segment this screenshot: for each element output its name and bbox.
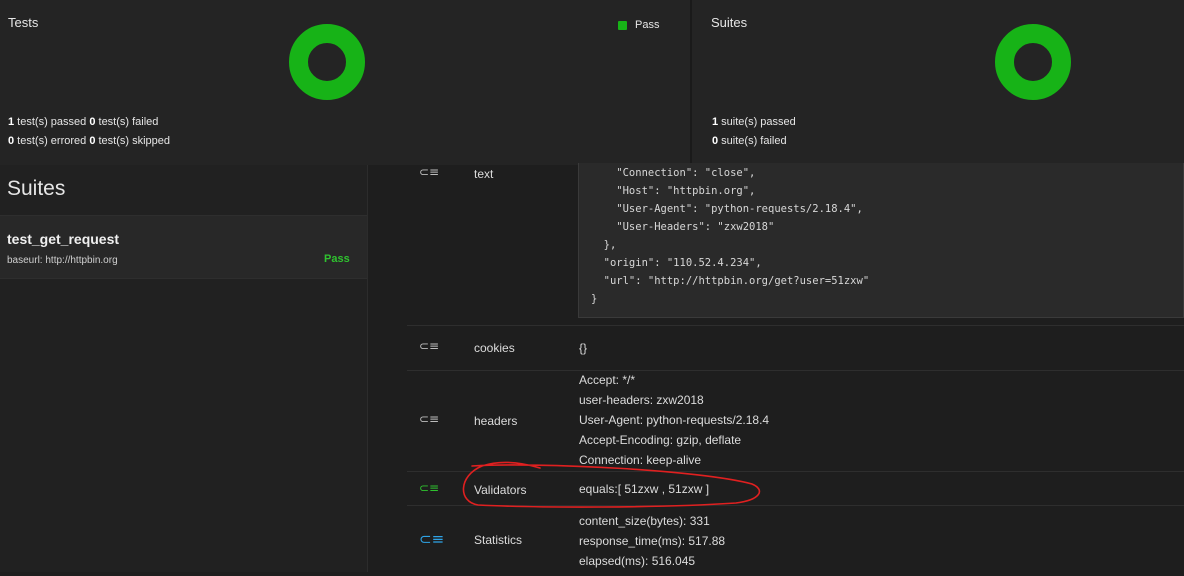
suite-list-item[interactable]: test_get_request baseurl: http://httpbin…	[0, 215, 367, 279]
collapse-list-icon[interactable]: ⊂≡	[419, 339, 439, 353]
row-key-headers: headers	[474, 414, 518, 428]
pass-legend-label: Pass	[635, 19, 660, 31]
detail-row-headers: ⊂≡ headers Accept: */* user-headers: zxw…	[407, 371, 1184, 472]
code-line: "Connection": "close",	[591, 167, 756, 179]
row-key-cookies: cookies	[474, 341, 515, 355]
code-line: "User-Headers": "zxw2018"	[591, 221, 775, 233]
summary-area: Tests Pass 1 test(s) passed 0 test(s) fa…	[0, 0, 1184, 165]
tests-failed-text: test(s) failed	[95, 116, 159, 128]
collapse-list-icon[interactable]: ⊂≡	[419, 481, 439, 495]
collapse-list-icon[interactable]: ⊂≡	[419, 412, 439, 426]
tests-errored-text: test(s) errored	[14, 135, 90, 147]
suites-donut-chart	[995, 24, 1071, 100]
code-line: },	[591, 239, 617, 251]
header-line: user-headers: zxw2018	[579, 393, 704, 407]
suites-panel-title: Suites	[711, 15, 748, 30]
row-key-statistics: Statistics	[474, 533, 523, 547]
header-line: Connection: keep-alive	[579, 453, 702, 467]
suites-summary-panel: Suites 1 suite(s) passed 0 suite(s) fail…	[692, 0, 1184, 165]
row-key-text: text	[474, 167, 494, 181]
tests-summary-panel: Tests Pass 1 test(s) passed 0 test(s) fa…	[0, 0, 690, 165]
pass-legend-swatch	[618, 20, 627, 30]
header-line: User-Agent: python-requests/2.18.4	[579, 413, 770, 427]
suites-failed-text: suite(s) failed	[718, 135, 787, 147]
row-value-statistics: content_size(bytes): 331 response_time(m…	[579, 511, 725, 571]
suites-passed-text: suite(s) passed	[718, 116, 796, 128]
tests-donut-chart	[289, 24, 365, 100]
collapse-list-icon[interactable]: ⊂≡	[419, 165, 439, 179]
detail-row-cookies: ⊂≡ cookies {}	[407, 326, 1184, 371]
stat-line: elapsed(ms): 516.045	[579, 554, 696, 568]
tests-pass-fail-line: 1 test(s) passed 0 test(s) failed	[8, 116, 158, 128]
row-value-cookies: {}	[579, 341, 588, 355]
tests-passed-text: test(s) passed	[14, 116, 90, 128]
detail-row-text: ⊂≡ text "Connection": "close", "Host": "…	[407, 163, 1184, 326]
row-value-validators: equals:[ 51zxw , 51zxw ]	[579, 482, 710, 496]
tests-error-skip-line: 0 test(s) errored 0 test(s) skipped	[8, 135, 170, 147]
header-line: Accept-Encoding: gzip, deflate	[579, 433, 742, 447]
tests-legend[interactable]: Pass	[618, 19, 659, 31]
request-detail-table: ⊂≡ text "Connection": "close", "Host": "…	[369, 163, 1184, 572]
row-key-validators: Validators	[474, 483, 527, 497]
suite-status-badge: Pass	[324, 253, 350, 265]
suites-passed-line: 1 suite(s) passed	[712, 116, 796, 128]
detail-row-validators: ⊂≡ Validators equals:[ 51zxw , 51zxw ]	[407, 472, 1184, 506]
suite-baseurl: baseurl: http://httpbin.org	[7, 255, 118, 266]
response-text-code: "Connection": "close", "Host": "httpbin.…	[578, 163, 1184, 318]
suites-sidebar: Suites test_get_request baseurl: http://…	[0, 165, 368, 572]
tests-panel-title: Tests	[8, 15, 39, 30]
code-line: "url": "http://httpbin.org/get?user=51zx…	[591, 275, 870, 287]
stat-line: content_size(bytes): 331	[579, 514, 710, 528]
code-line: "User-Agent": "python-requests/2.18.4",	[591, 203, 863, 215]
code-line: }	[591, 293, 598, 305]
stat-line: response_time(ms): 517.88	[579, 534, 726, 548]
sidebar-title: Suites	[7, 177, 66, 200]
collapse-list-icon[interactable]: ⊂≡	[419, 530, 444, 548]
tests-skipped-text: test(s) skipped	[95, 135, 171, 147]
row-value-headers: Accept: */* user-headers: zxw2018 User-A…	[579, 370, 769, 470]
code-line: "Host": "httpbin.org",	[591, 185, 756, 197]
suites-failed-line: 0 suite(s) failed	[712, 135, 787, 147]
code-line: "origin": "110.52.4.234",	[591, 257, 762, 269]
header-line: Accept: */*	[579, 373, 636, 387]
suite-name: test_get_request	[7, 231, 120, 247]
detail-row-statistics: ⊂≡ Statistics content_size(bytes): 331 r…	[407, 506, 1184, 576]
